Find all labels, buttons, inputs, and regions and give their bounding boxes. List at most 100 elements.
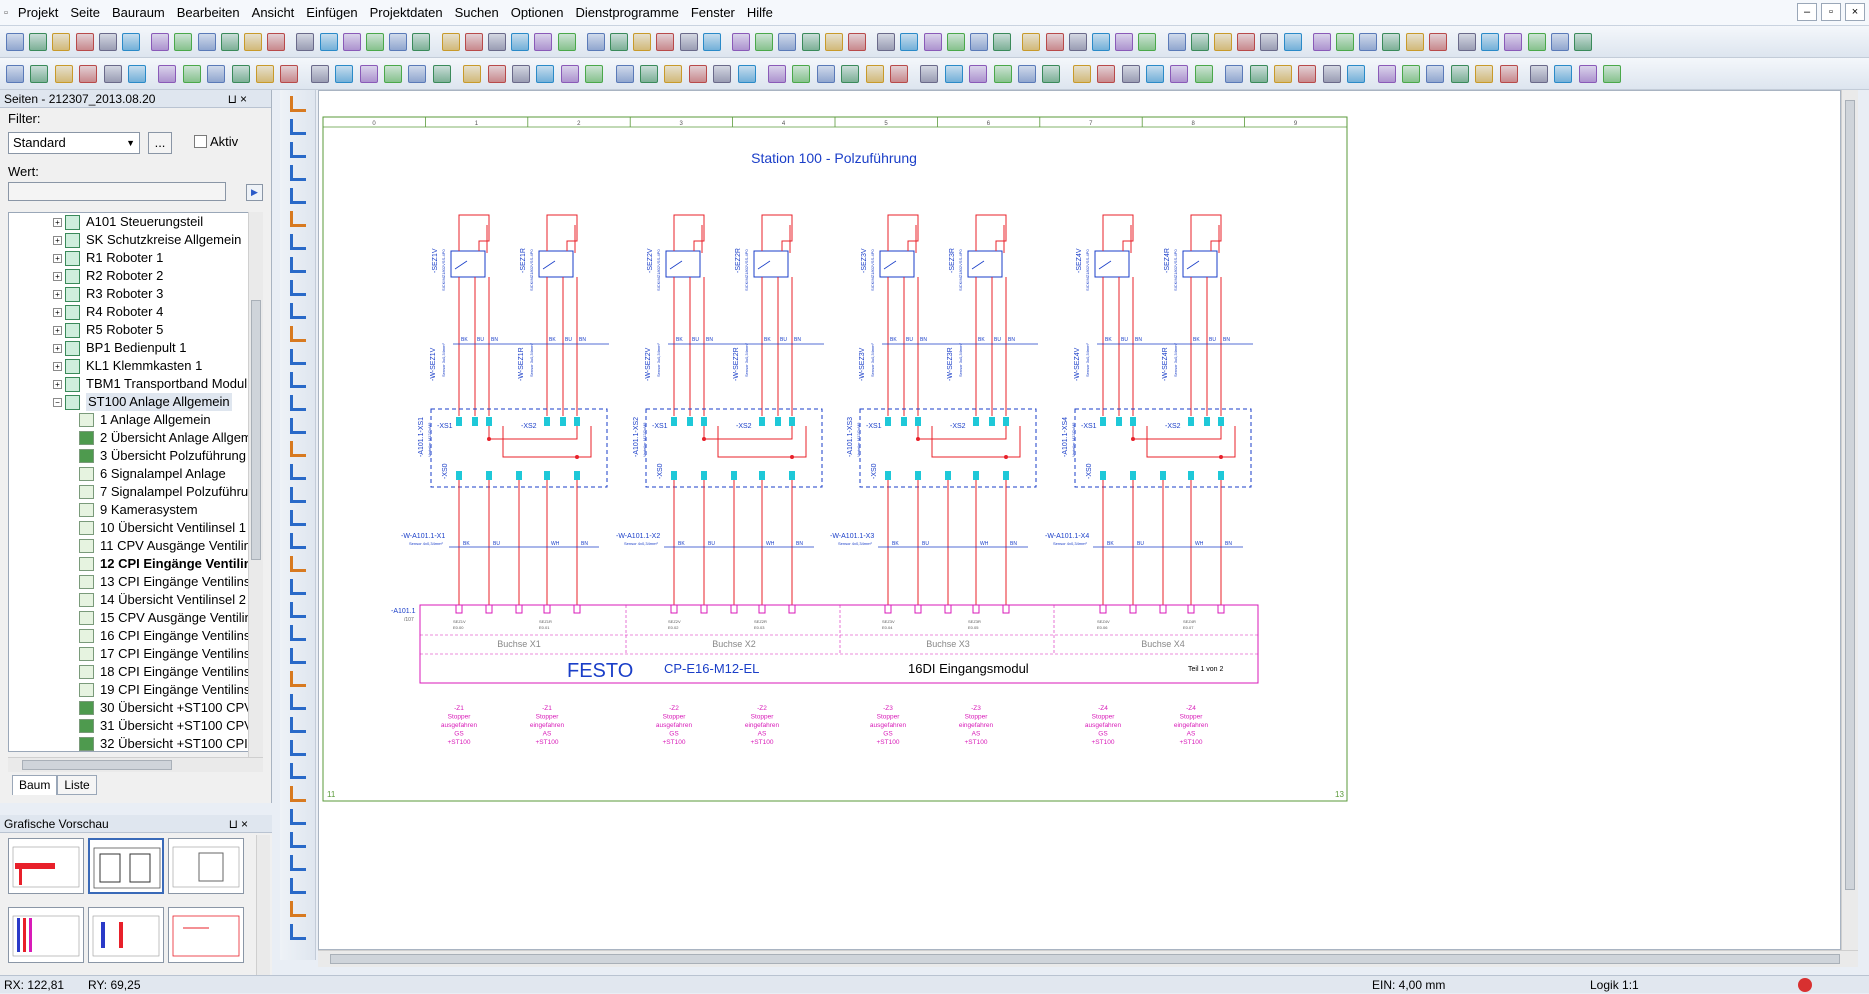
panel-close-icon[interactable]: × [241,815,248,833]
tb1-tool-icon[interactable] [488,33,506,51]
tb2-tool-icon[interactable] [128,65,146,83]
tb2-tool-icon[interactable] [1072,65,1091,83]
draw-tool-icon[interactable] [290,579,306,595]
tb2-tool-icon[interactable] [1322,65,1341,83]
tb1-tool-icon[interactable] [122,33,140,51]
tree-item[interactable]: 19 CPI Eingänge Ventilinse [9,681,258,699]
tb1-tool-icon[interactable] [824,33,843,51]
draw-tool-icon[interactable] [290,625,306,641]
tb2-tool-icon[interactable] [408,65,427,83]
tb2-tool-icon[interactable] [359,65,378,83]
tb2-tool-icon[interactable] [54,65,73,83]
menu-item-8[interactable]: Optionen [505,0,570,26]
tree-expander-icon[interactable]: + [53,308,62,317]
tb2-tool-icon[interactable] [1042,65,1061,83]
minimize-button[interactable]: – [1797,3,1817,21]
tree-expander-icon[interactable]: + [53,236,62,245]
draw-tool-icon[interactable] [290,257,306,273]
tb1-tool-icon[interactable] [1092,33,1110,51]
tb2-tool-icon[interactable] [969,65,988,83]
draw-tool-icon[interactable] [290,763,306,779]
tb2-tool-icon[interactable] [1530,65,1548,83]
apply-filter-button[interactable]: ▶ [246,184,263,201]
draw-tool-icon[interactable] [290,924,306,940]
draw-tool-icon[interactable] [290,234,306,250]
preview-thumb-1[interactable] [8,838,84,894]
tb2-tool-icon[interactable] [512,65,530,83]
tree-scroll-thumb[interactable] [251,300,261,560]
draw-tool-icon[interactable] [290,556,306,572]
tb1-tool-icon[interactable] [1550,33,1569,51]
draw-tool-icon[interactable] [290,441,306,457]
tree-horizontal-scrollbar[interactable] [8,757,263,772]
tree-item[interactable]: + TBM1 Transportband Modul 1 [9,375,258,393]
tb1-tool-icon[interactable] [778,33,797,51]
tree-expander-icon[interactable]: + [53,380,62,389]
draw-tool-icon[interactable] [290,740,306,756]
menu-item-3[interactable]: Bearbeiten [171,0,246,26]
tb1-tool-icon[interactable] [848,33,866,51]
tab-baum[interactable]: Baum [12,775,58,795]
tb2-tool-icon[interactable] [463,65,482,83]
tb2-tool-icon[interactable] [256,65,274,83]
tb2-tool-icon[interactable] [1450,65,1469,83]
filter-select[interactable]: Standard ▼ [8,132,140,154]
tree-expander-icon[interactable]: + [53,326,62,335]
tb1-tool-icon[interactable] [679,33,698,51]
menu-item-10[interactable]: Fenster [685,0,741,26]
value-input[interactable] [8,182,226,201]
tree-expander-icon[interactable]: − [53,398,62,407]
tb2-tool-icon[interactable] [1018,65,1036,83]
draw-tool-icon[interactable] [290,464,306,480]
tb2-tool-icon[interactable] [865,65,884,83]
tree-item[interactable]: − ST100 Anlage Allgemein [9,393,249,411]
menu-item-6[interactable]: Projektdaten [364,0,449,26]
panel-close-icon[interactable]: × [240,90,247,108]
tb1-tool-icon[interactable] [1260,33,1279,51]
draw-tool-icon[interactable] [290,671,306,687]
tree-item[interactable]: 32 Übersicht +ST100 CPI E [9,735,260,751]
tree-item[interactable]: + BP1 Bedienpult 1 [9,339,249,357]
tb1-tool-icon[interactable] [464,33,483,51]
tree-item[interactable]: 13 CPI Eingänge Ventilinse [9,573,258,591]
tb1-tool-icon[interactable] [656,33,675,51]
tb1-tool-icon[interactable] [610,33,628,51]
draw-tool-icon[interactable] [290,533,306,549]
menu-item-9[interactable]: Dienstprogramme [569,0,684,26]
tb2-tool-icon[interactable] [1225,65,1244,83]
tb2-tool-icon[interactable] [1146,65,1164,83]
tree-item[interactable]: 12 CPI Eingänge Ventilins [9,555,259,573]
tb2-tool-icon[interactable] [335,65,354,83]
draw-tool-icon[interactable] [290,602,306,618]
tb1-tool-icon[interactable] [366,33,384,51]
draw-tool-icon[interactable] [290,648,306,664]
menu-item-1[interactable]: Seite [64,0,106,26]
canvas-hscroll-thumb[interactable] [330,954,1840,964]
draw-tool-icon[interactable] [290,119,306,135]
tb1-tool-icon[interactable] [1045,33,1064,51]
tb1-tool-icon[interactable] [1481,33,1500,51]
menu-item-11[interactable]: Hilfe [741,0,779,26]
tb1-tool-icon[interactable] [702,33,721,51]
draw-tool-icon[interactable] [290,395,306,411]
tb2-tool-icon[interactable] [280,65,299,83]
tree-item[interactable]: 1 Anlage Allgemein [9,411,249,429]
draw-tool-icon[interactable] [290,878,306,894]
schematic-drawing[interactable]: 0 1 2 3 4 5 6 7 8 9 11 13 Station 100 - Polzuführung… [319,91,1842,951]
tb1-tool-icon[interactable] [389,33,408,51]
tb2-tool-icon[interactable] [1121,65,1140,83]
tb2-tool-icon[interactable] [487,65,506,83]
preview-thumb-5[interactable] [88,907,164,963]
tb2-tool-icon[interactable] [560,65,579,83]
preview-thumb-2[interactable] [88,838,164,894]
tb1-tool-icon[interactable] [801,33,820,51]
tree-item[interactable]: 7 Signalampel Polzuführu [9,483,249,501]
tb1-tool-icon[interactable] [1428,33,1447,51]
tree-item[interactable]: 15 CPV Ausgänge Ventilin [9,609,252,627]
tb2-tool-icon[interactable] [688,65,707,83]
tb2-tool-icon[interactable] [1347,65,1366,83]
pin-icon[interactable]: ⊔ [228,90,237,108]
tb2-tool-icon[interactable] [1097,65,1116,83]
tb1-tool-icon[interactable] [52,33,71,51]
tree-item[interactable]: 31 Übersicht +ST100 CPV [9,717,253,735]
